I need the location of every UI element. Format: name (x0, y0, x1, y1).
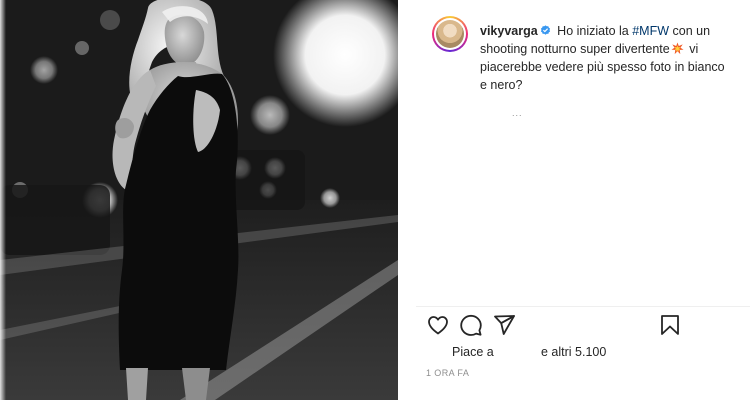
hashtag-link[interactable]: #MFW (632, 24, 669, 38)
instagram-post: vikyvarga Ho iniziato la #MFW con un sho… (0, 0, 750, 400)
caption-text-start: Ho iniziato la (557, 24, 629, 38)
post-caption: vikyvarga Ho iniziato la #MFW con un sho… (480, 22, 735, 94)
likes-summary: Piace a e altri 5.100 (430, 344, 690, 362)
liker-avatar[interactable] (430, 345, 446, 361)
night-street-photo (0, 0, 398, 400)
comment-icon[interactable] (459, 313, 483, 337)
avatar (436, 20, 464, 48)
username-link[interactable]: vikyvarga (480, 24, 538, 38)
collision-emoji-icon (671, 42, 684, 55)
heart-icon[interactable] (426, 313, 450, 337)
bookmark-icon[interactable] (658, 313, 682, 337)
post-timestamp[interactable]: 1 ORA FA (426, 368, 469, 378)
likes-prefix: Piace a (452, 345, 494, 359)
caption-more-indicator: ... (512, 108, 523, 118)
action-bar (426, 313, 688, 339)
post-details-panel: vikyvarga Ho iniziato la #MFW con un sho… (398, 0, 750, 400)
post-photo[interactable] (0, 0, 398, 400)
story-ring-avatar[interactable] (432, 16, 468, 52)
photo-edge-fade (0, 0, 6, 400)
section-divider (416, 306, 750, 307)
likes-count-link[interactable]: e altri 5.100 (541, 345, 606, 359)
share-paper-plane-icon[interactable] (492, 313, 516, 337)
verified-badge-icon (540, 25, 550, 35)
avatar-border (434, 18, 466, 50)
